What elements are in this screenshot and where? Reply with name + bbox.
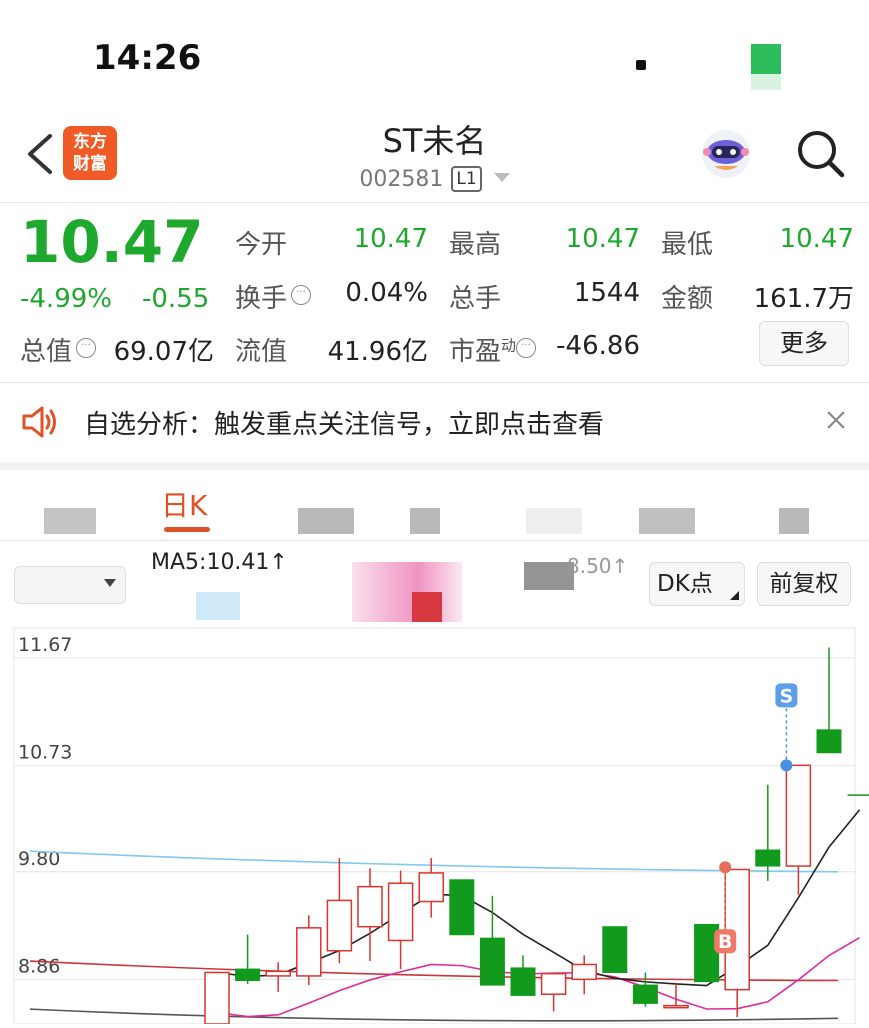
adjust-button[interactable]: 前复权 [757, 562, 851, 606]
pe-label: 市盈动 ··· [449, 331, 537, 368]
volume-label: 总手 [449, 284, 502, 314]
candle-body [571, 963, 597, 981]
chevron-down-icon[interactable] [493, 173, 510, 182]
pe-label-text: 市盈 [449, 337, 502, 367]
ma-other-label: 8.50↑ [567, 554, 629, 578]
robot-assistant-icon[interactable] [698, 128, 754, 180]
candle-body [387, 882, 414, 942]
turnover-label: 换手 ··· [235, 278, 312, 315]
candle-body [510, 967, 536, 996]
y-tick-label: 8.86 [18, 955, 60, 977]
turnover-value: 0.04% [345, 278, 428, 308]
dk-point-button[interactable]: DK点 [649, 562, 745, 606]
mktcap-label-text: 总值 [20, 337, 73, 367]
level-badge: L1 [451, 166, 482, 192]
pe-value: -46.86 [556, 331, 640, 361]
close-icon[interactable] [826, 410, 846, 430]
info-icon[interactable]: ··· [76, 338, 97, 358]
candle-body [418, 872, 444, 903]
current-price: 10.47 [20, 208, 204, 276]
tab-obscured[interactable] [410, 508, 440, 534]
dk-point-label: DK点 [657, 571, 713, 597]
signal-dot [719, 861, 732, 874]
candle-body [816, 729, 842, 754]
ma60-line [29, 850, 839, 873]
notice-text[interactable]: 自选分析：触发重点关注信号，立即点击查看 [84, 404, 604, 441]
stock-code: 002581 [359, 167, 444, 192]
buy-signal-label: B [718, 931, 732, 953]
mktcap-label: 总值 ··· [20, 331, 97, 368]
high-label: 最高 [449, 230, 502, 260]
candle-body [449, 879, 475, 936]
section-gap [0, 462, 869, 470]
open-value: 10.47 [353, 224, 428, 254]
divider [0, 382, 869, 383]
candle-body [632, 984, 658, 1004]
y-tick-label: 11.67 [18, 634, 72, 656]
low-label: 最低 [661, 230, 714, 260]
tab-daily-k[interactable]: 日K [161, 484, 207, 524]
candle-body [479, 937, 505, 986]
corner-triangle-icon [730, 591, 739, 600]
search-icon[interactable] [795, 128, 847, 180]
obscured-indicator [196, 592, 240, 620]
candle-body [265, 970, 291, 977]
high-value: 10.47 [565, 224, 640, 254]
tab-active-underline [164, 527, 210, 532]
battery-icon [751, 44, 781, 90]
divider [0, 540, 869, 541]
candle-body [357, 885, 383, 928]
info-icon[interactable]: ··· [516, 338, 537, 358]
float-value: 41.96亿 [327, 337, 428, 367]
amount-value: 161.7万 [753, 284, 854, 314]
candle-body [663, 1004, 689, 1009]
caret-down-icon[interactable] [104, 579, 116, 587]
y-tick-label: 10.73 [18, 741, 72, 763]
candle-body [204, 971, 230, 1025]
ma120-line [29, 1008, 839, 1022]
turnover-label-text: 换手 [235, 284, 288, 314]
volume-value: 1544 [573, 278, 640, 308]
tab-obscured[interactable] [779, 508, 809, 534]
kline-svg[interactable]: 11.6710.739.808.86SB [0, 620, 869, 1025]
candle-body [785, 764, 812, 867]
more-button[interactable]: 更多 [759, 321, 849, 366]
candle-body [602, 926, 628, 973]
tab-obscured[interactable] [639, 508, 695, 534]
obscured-indicator [412, 592, 442, 622]
low-value: 10.47 [779, 224, 854, 254]
candle-body [296, 927, 322, 977]
speaker-icon [22, 406, 56, 438]
obscured-indicator [352, 562, 462, 622]
info-icon[interactable]: ··· [291, 285, 312, 305]
mktcap-value: 69.07亿 [113, 337, 214, 367]
kline-chart[interactable]: 11.67 10.73 9.80 8.86 S B [0, 620, 869, 1025]
open-label: 今开 [235, 230, 288, 260]
signal-dot [780, 759, 793, 772]
float-label: 流值 [235, 337, 288, 367]
candle-body [235, 968, 261, 982]
candle-body [540, 972, 567, 995]
tab-obscured[interactable] [44, 508, 96, 534]
candle-body [755, 849, 781, 867]
sell-signal-label: S [780, 685, 794, 707]
divider [0, 202, 869, 203]
tab-obscured[interactable] [298, 508, 354, 534]
ma5-label: MA5:10.41↑ [151, 550, 288, 575]
candle-body [326, 899, 353, 952]
signal-icon [636, 60, 646, 70]
amount-label: 金额 [661, 284, 714, 314]
change-amount: -0.55 [142, 284, 210, 314]
pe-superscript: 动 [501, 336, 517, 355]
status-time: 14:26 [93, 38, 202, 78]
change-percent: -4.99% [20, 284, 112, 314]
tab-obscured[interactable] [526, 508, 582, 534]
